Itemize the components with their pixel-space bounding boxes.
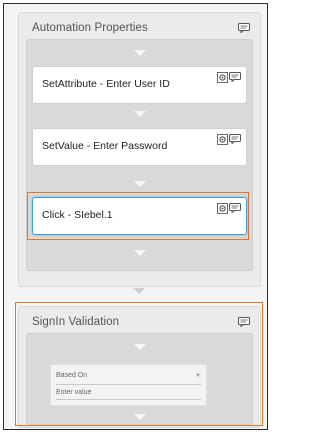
comment-icon[interactable] bbox=[238, 23, 250, 33]
gear-icon[interactable] bbox=[217, 134, 228, 145]
step-label: SetValue - Enter Password bbox=[42, 140, 168, 152]
step-label: SetAttribute - Enter User ID bbox=[42, 78, 170, 90]
highlight-box-panel bbox=[15, 302, 263, 426]
chevron-down-icon bbox=[134, 181, 146, 187]
panel-title: Automation Properties bbox=[32, 22, 148, 34]
step-card-setvalue[interactable]: SetValue - Enter Password bbox=[32, 128, 247, 166]
chevron-down-icon bbox=[134, 50, 146, 56]
chevron-down-icon bbox=[133, 288, 145, 294]
chevron-down-icon bbox=[134, 250, 146, 256]
automation-properties-panel: Automation Properties SetAttribute - Ent… bbox=[18, 12, 261, 287]
chevron-down-icon bbox=[134, 111, 146, 117]
highlight-box-step bbox=[27, 192, 249, 240]
comment-icon[interactable] bbox=[229, 72, 241, 82]
gear-icon[interactable] bbox=[217, 72, 228, 83]
screenshot-frame: Automation Properties SetAttribute - Ent… bbox=[3, 3, 268, 430]
step-card-setattribute[interactable]: SetAttribute - Enter User ID bbox=[32, 66, 247, 104]
comment-icon[interactable] bbox=[229, 134, 241, 144]
